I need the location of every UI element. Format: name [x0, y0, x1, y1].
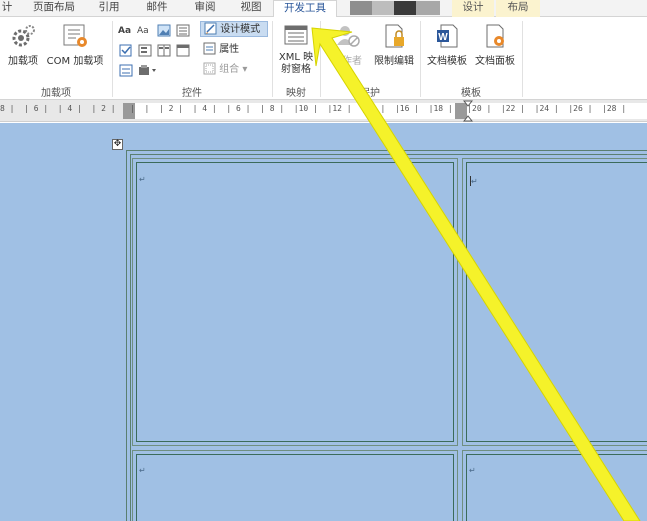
- yellow-arrow-annotation: [311, 27, 641, 521]
